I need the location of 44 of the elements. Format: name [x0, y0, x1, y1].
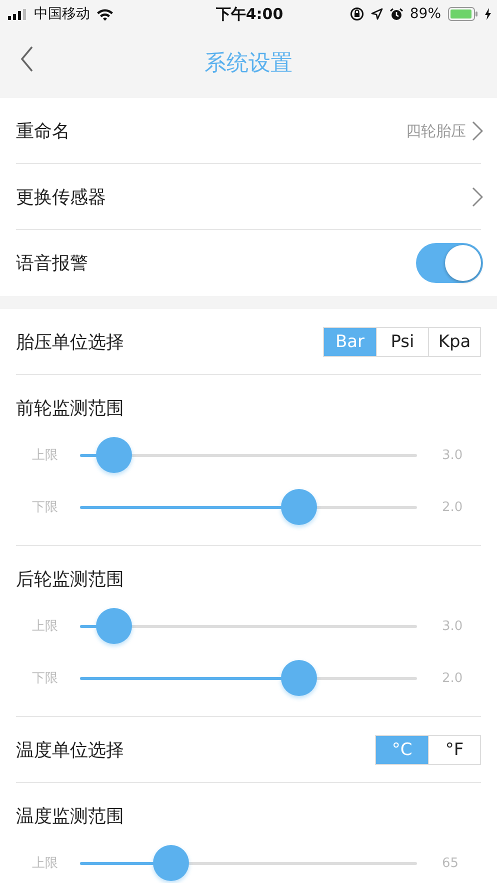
slider[interactable] [80, 660, 417, 696]
section-title: 温度监测范围 [16, 805, 124, 829]
setting-label: 更换传感器 [16, 186, 107, 209]
slider-label: 上限 [32, 855, 59, 872]
slider-thumb[interactable] [152, 845, 189, 881]
setting-label: 重命名 [16, 120, 71, 143]
wifi-icon [96, 8, 114, 20]
section-title: 前轮监测范围 [16, 397, 124, 421]
alarm-icon [390, 8, 403, 20]
battery-percent: 89% [410, 6, 441, 22]
slider-label: 上限 [32, 618, 59, 635]
setting-label: 语音报警 [16, 252, 89, 275]
section-title: 后轮监测范围 [16, 568, 124, 592]
setting-label: 胎压单位选择 [16, 331, 125, 354]
slider-label: 上限 [32, 447, 59, 464]
slider-thumb[interactable] [96, 437, 132, 473]
slider-thumb[interactable] [281, 489, 318, 525]
slider-label: 下限 [32, 670, 59, 687]
back-icon [20, 46, 34, 72]
chevron-right-icon[interactable] [472, 121, 483, 141]
toggle-switch[interactable] [416, 243, 483, 283]
slider-value: 65 [442, 856, 459, 870]
slider-value: 3.0 [442, 618, 463, 634]
slider-value: 2.0 [442, 670, 463, 686]
charging-icon [485, 8, 491, 20]
battery-icon [448, 7, 478, 21]
slider[interactable] [80, 845, 417, 881]
slider-value: 3.0 [442, 448, 463, 462]
setting-label: 温度单位选择 [16, 739, 125, 762]
setting-value: 四轮胎压 [406, 122, 466, 140]
slider-label: 下限 [32, 499, 59, 516]
slider[interactable] [80, 437, 417, 473]
slider-value: 2.0 [442, 500, 463, 514]
signal-icon [8, 8, 28, 20]
slider[interactable] [80, 489, 417, 525]
status-time: 下午4:00 [216, 4, 284, 24]
rotation-lock-icon [350, 7, 364, 21]
slider-thumb[interactable] [96, 608, 132, 644]
slider[interactable] [80, 608, 417, 644]
carrier-name: 中国移动 [34, 5, 90, 23]
location-icon [370, 8, 383, 20]
slider-thumb[interactable] [281, 660, 318, 696]
page-title: 系统设置 [204, 50, 292, 78]
chevron-right-icon[interactable] [472, 187, 483, 207]
